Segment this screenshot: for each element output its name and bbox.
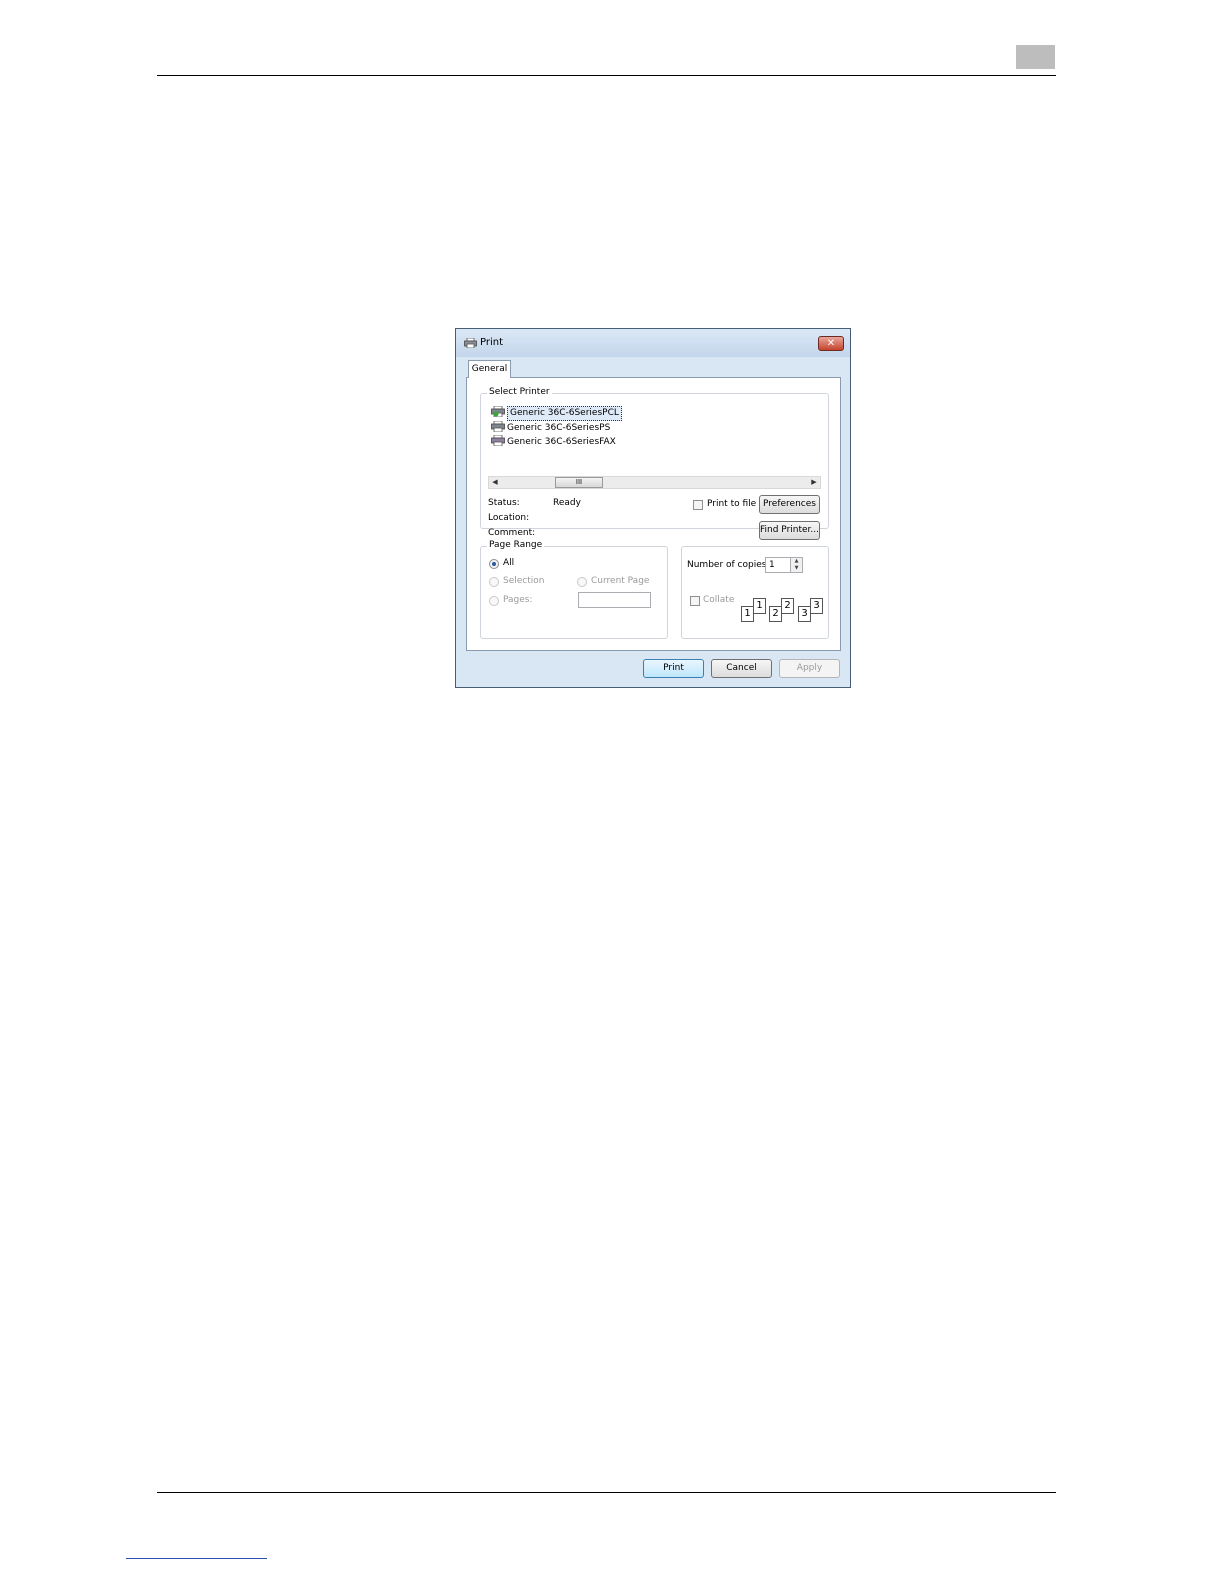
apply-button[interactable]: Apply [779, 659, 840, 678]
copies-group: Number of copies: 1 ▲ ▼ Collate 1 1 2 2 … [681, 546, 829, 639]
select-printer-group: Select Printer Generic 36C-6SeriesPCL Ge… [480, 387, 829, 540]
collate-page: 1 [741, 606, 754, 622]
status-value: Ready [553, 498, 581, 508]
scroll-left-icon[interactable]: ◀ [489, 477, 501, 488]
collate-label: Collate [703, 595, 735, 605]
tab-general[interactable]: General [468, 360, 511, 378]
collate-page: 2 [769, 606, 782, 622]
spin-down-icon[interactable]: ▼ [791, 565, 802, 572]
selection-label: Selection [503, 576, 545, 586]
collate-page: 3 [810, 598, 823, 614]
fax-printer-icon [491, 435, 505, 446]
printer-item-pcl[interactable]: Generic 36C-6SeriesPCL [491, 406, 622, 421]
current-page-label: Current Page [591, 576, 650, 586]
collate-page: 3 [798, 606, 811, 622]
horizontal-scrollbar[interactable]: ◀ III ▶ [488, 476, 821, 489]
collate-page: 2 [781, 598, 794, 614]
header-rule [157, 75, 1056, 76]
cancel-button[interactable]: Cancel [711, 659, 772, 678]
printer-item-fax[interactable]: Generic 36C-6SeriesFAX [491, 435, 616, 448]
print-dialog: Print ✕ General Select Printer Generic 3… [455, 328, 851, 688]
find-printer-button[interactable]: Find Printer... [759, 521, 820, 540]
printer-default-icon [491, 406, 505, 417]
select-printer-legend: Select Printer [487, 387, 552, 397]
printer-name: Generic 36C-6SeriesPS [507, 423, 611, 433]
page-range-group: Page Range All Selection Current Page Pa… [480, 540, 668, 639]
printer-item-ps[interactable]: Generic 36C-6SeriesPS [491, 421, 610, 434]
collate-page: 1 [753, 598, 766, 614]
scroll-thumb[interactable]: III [555, 477, 603, 488]
current-page-radio[interactable] [577, 577, 587, 587]
scroll-right-icon[interactable]: ▶ [808, 477, 820, 488]
general-panel: Select Printer Generic 36C-6SeriesPCL Ge… [466, 377, 841, 651]
chapter-tab-marker [1016, 45, 1055, 69]
selection-radio[interactable] [489, 577, 499, 587]
pages-label: Pages: [503, 595, 533, 605]
printer-name: Generic 36C-6SeriesFAX [507, 437, 616, 447]
status-label: Status: [488, 498, 520, 508]
all-radio[interactable] [489, 559, 499, 569]
pages-radio[interactable] [489, 596, 499, 606]
title-bar: Print ✕ [456, 329, 850, 357]
printer-icon [464, 338, 477, 348]
printer-icon [491, 421, 505, 432]
print-button[interactable]: Print [643, 659, 704, 678]
printer-name: Generic 36C-6SeriesPCL [507, 406, 622, 421]
all-label: All [503, 558, 515, 568]
print-to-file-label: Print to file [707, 499, 757, 509]
comment-label: Comment: [488, 528, 536, 538]
spin-up-icon[interactable]: ▲ [791, 558, 802, 565]
copies-label: Number of copies: [687, 560, 770, 570]
pages-input[interactable] [578, 592, 651, 608]
location-label: Location: [488, 513, 530, 523]
copies-input[interactable]: 1 [765, 557, 792, 573]
dialog-title: Print [480, 337, 504, 348]
footer-rule [157, 1492, 1056, 1493]
collate-checkbox[interactable] [690, 596, 700, 606]
print-to-file-checkbox[interactable] [693, 500, 703, 510]
close-button[interactable]: ✕ [818, 336, 844, 351]
preferences-button[interactable]: Preferences [759, 495, 820, 514]
copies-spinner[interactable]: ▲ ▼ [790, 557, 803, 573]
page-range-legend: Page Range [487, 540, 545, 550]
footer-link-underline[interactable] [126, 1558, 267, 1559]
